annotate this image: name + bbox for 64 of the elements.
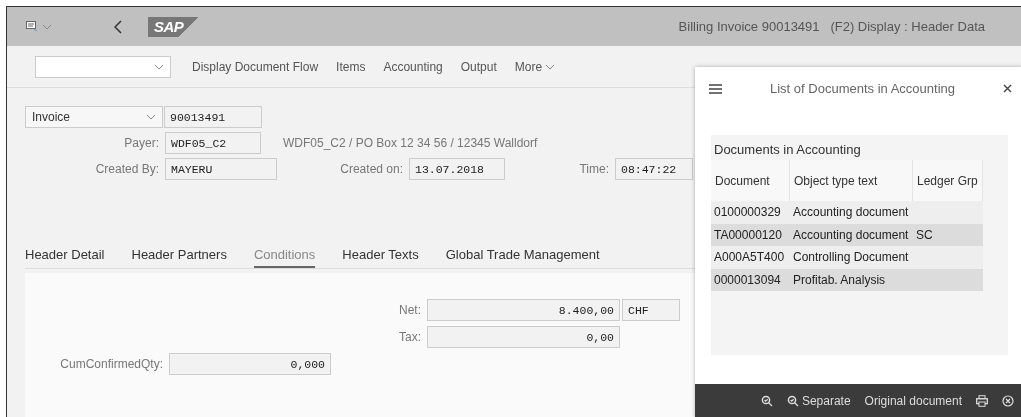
- field-label: Net:: [398, 303, 421, 317]
- column-header[interactable]: Document: [711, 160, 790, 201]
- chevron-down-icon: [545, 63, 556, 70]
- net-field[interactable]: 8.400,00: [427, 299, 620, 321]
- print-icon: [976, 395, 988, 407]
- more-button[interactable]: More: [505, 59, 565, 74]
- cancel-button[interactable]: [1002, 395, 1014, 407]
- field-label: Created By:: [94, 162, 159, 176]
- column-header[interactable]: Ledger Grp: [913, 160, 983, 201]
- document-number-field[interactable]: 90013491: [164, 106, 262, 128]
- table-cell[interactable]: [913, 268, 983, 291]
- chevron-down-icon: [146, 114, 156, 120]
- chevron-down-icon: [42, 23, 52, 30]
- field-label: Tax:: [398, 330, 421, 344]
- zoom-icon: [786, 395, 799, 407]
- zoom-icon: [760, 395, 773, 407]
- menu-icon[interactable]: [709, 83, 722, 94]
- table-cell[interactable]: TA00000120: [711, 223, 790, 246]
- table-cell[interactable]: A000A5T400: [711, 246, 790, 269]
- payer-field[interactable]: WDF05_C2: [165, 132, 261, 154]
- table-cell[interactable]: Accounting document: [790, 201, 913, 224]
- original-document-button[interactable]: Original document: [864, 394, 962, 408]
- toolbar-button[interactable]: Display Document Flow: [183, 59, 328, 74]
- tab[interactable]: Header Partners: [131, 244, 227, 268]
- toolbar-button[interactable]: Items: [327, 59, 375, 74]
- command-field[interactable]: [35, 55, 171, 78]
- table-cell[interactable]: SC: [913, 223, 983, 246]
- logo: SAP: [148, 16, 200, 37]
- document-type-dropdown[interactable]: Invoice: [25, 106, 163, 128]
- chevron-down-icon: [154, 63, 164, 70]
- table-cell[interactable]: Profitab. Analysis: [790, 268, 913, 291]
- separate-button[interactable]: Separate: [786, 394, 851, 408]
- toolbar-button[interactable]: Output: [451, 59, 506, 74]
- zoom-button[interactable]: [760, 395, 773, 407]
- field-label: Created on:: [339, 162, 403, 176]
- panel-title: List of Documents in Accounting: [769, 81, 956, 96]
- tab[interactable]: Header Texts: [342, 244, 419, 268]
- table-title: Documents in Accounting: [713, 141, 862, 159]
- tab[interactable]: Header Detail: [25, 244, 105, 268]
- currency-field[interactable]: CHF: [622, 299, 680, 321]
- table-cell[interactable]: 0100000329: [711, 201, 790, 224]
- back-icon[interactable]: [114, 19, 122, 34]
- created-by-field[interactable]: MAYERU: [165, 158, 277, 180]
- field-label: Payer:: [123, 136, 159, 150]
- time-field[interactable]: 08:47:22: [615, 158, 693, 180]
- tax-field[interactable]: 0,00: [427, 326, 620, 348]
- column-header[interactable]: Object type text: [790, 160, 913, 201]
- window-title: Billing Invoice 90013491 (F2) Display : Header Data: [678, 19, 985, 34]
- table-cell[interactable]: 0000013094: [711, 268, 790, 291]
- toolbar-button[interactable]: Accounting: [374, 59, 452, 74]
- table-cell[interactable]: [913, 201, 983, 224]
- field-label: CumConfirmedQty:: [59, 357, 163, 371]
- table-cell[interactable]: Controlling Document: [790, 246, 913, 269]
- message-icon: [26, 21, 38, 32]
- field-label: Time:: [578, 162, 609, 176]
- payer-address: WDF05_C2 / PO Box 12 34 56 / 12345 Walldorf: [283, 136, 538, 150]
- table-cell[interactable]: Accounting document: [790, 223, 913, 246]
- cancel-icon: [1002, 395, 1014, 407]
- close-icon[interactable]: [1003, 84, 1012, 93]
- print-button[interactable]: [976, 395, 988, 407]
- quantity-field[interactable]: 0,000: [169, 353, 331, 375]
- tab[interactable]: Global Trade Management: [445, 244, 600, 268]
- table-cell[interactable]: [913, 246, 983, 269]
- created-on-field[interactable]: 13.07.2018: [409, 158, 505, 180]
